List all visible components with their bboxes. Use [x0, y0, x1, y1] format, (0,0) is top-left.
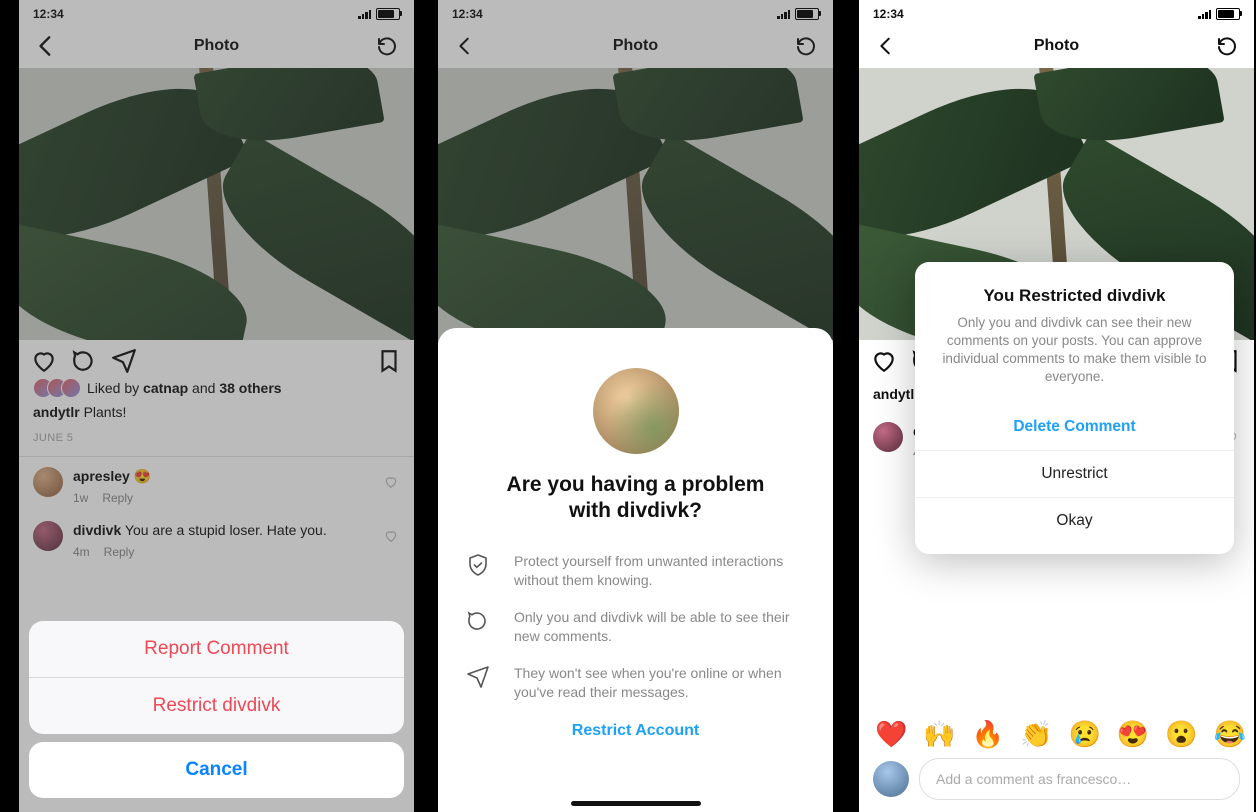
- reaction-emoji[interactable]: 😂: [1214, 719, 1246, 750]
- status-indicators: [1198, 8, 1240, 20]
- reaction-emoji[interactable]: 😢: [1069, 719, 1101, 750]
- my-avatar: [873, 761, 909, 797]
- status-bar: 12:34: [859, 0, 1254, 24]
- home-indicator: [571, 801, 701, 806]
- cancel-button[interactable]: Cancel: [29, 742, 404, 798]
- reaction-emoji[interactable]: 😍: [1117, 719, 1149, 750]
- dialog-title: Are you having a problem with divdivk?: [492, 472, 779, 524]
- clock: 12:34: [873, 7, 904, 21]
- screen-comment-actions: 12:34 Photo Liked by catnap and 38 other…: [19, 0, 414, 812]
- reaction-emoji[interactable]: 🙌: [923, 719, 955, 750]
- chevron-left-icon: [875, 35, 897, 57]
- restrict-account-button[interactable]: Restrict Account: [462, 722, 809, 740]
- unrestrict-button[interactable]: Unrestrict: [915, 450, 1234, 497]
- comment-action-sheet: Report Comment Restrict divdivk Cancel: [29, 621, 404, 798]
- like-icon[interactable]: [871, 348, 897, 374]
- avatar: [873, 422, 903, 452]
- send-icon: [466, 665, 490, 689]
- back-button[interactable]: [869, 29, 903, 63]
- shield-icon: [466, 553, 490, 577]
- refresh-icon: [1215, 34, 1239, 58]
- comment-input[interactable]: Add a comment as francesco…: [919, 758, 1240, 800]
- comment-composer: Add a comment as francesco…: [859, 758, 1254, 800]
- refresh-button[interactable]: [1210, 29, 1244, 63]
- feature-row: They won't see when you're online or whe…: [466, 664, 805, 702]
- feature-row: Only you and divdivk will be able to see…: [466, 608, 805, 646]
- signal-icon: [1198, 9, 1211, 19]
- report-comment-button[interactable]: Report Comment: [29, 621, 404, 677]
- nav-header: Photo: [859, 24, 1254, 68]
- reaction-emoji[interactable]: 😮: [1165, 719, 1197, 750]
- restricted-alert: You Restricted divdivk Only you and divd…: [915, 262, 1234, 554]
- target-avatar: [593, 368, 679, 454]
- alert-body: Only you and divdivk can see their new c…: [933, 314, 1216, 386]
- restrict-user-button[interactable]: Restrict divdivk: [29, 677, 404, 734]
- comment-icon: [466, 609, 490, 633]
- delete-comment-button[interactable]: Delete Comment: [915, 404, 1234, 450]
- battery-icon: [1216, 8, 1240, 20]
- page-title: Photo: [1034, 37, 1079, 55]
- reaction-emoji[interactable]: 🔥: [972, 719, 1004, 750]
- screen-restrict-confirm: 12:34 Photo andytlr divdivk You are a st…: [859, 0, 1254, 812]
- alert-title: You Restricted divdivk: [933, 286, 1216, 306]
- feature-row: Protect yourself from unwanted interacti…: [466, 552, 805, 590]
- reaction-emoji[interactable]: ❤️: [875, 719, 907, 750]
- okay-button[interactable]: Okay: [915, 497, 1234, 544]
- reaction-bar: ❤️ 🙌 🔥 👏 😢 😍 😮 😂: [859, 719, 1254, 750]
- reaction-emoji[interactable]: 👏: [1020, 719, 1052, 750]
- restrict-dialog: Are you having a problem with divdivk? P…: [438, 328, 833, 812]
- screen-restrict-prompt: 12:34 Photo Are you having a problem wit…: [438, 0, 833, 812]
